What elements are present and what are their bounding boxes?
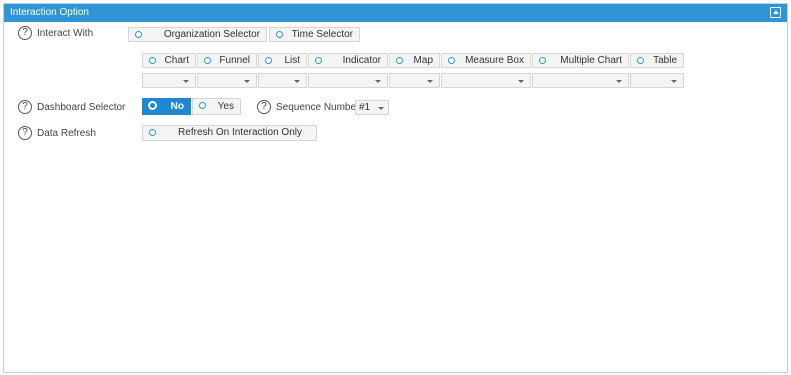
option-no[interactable]: No (142, 98, 191, 115)
funnel-dropdown[interactable] (197, 73, 257, 88)
radio-icon (539, 57, 546, 64)
chevron-down-icon (671, 80, 677, 83)
data-refresh-label: Data Refresh (37, 128, 96, 139)
chart-dropdown[interactable] (142, 73, 196, 88)
interaction-option-panel: Interaction Option ? Interact With Organ… (3, 3, 788, 373)
radio-icon (276, 31, 283, 38)
option-multiple-chart[interactable]: Multiple Chart (532, 53, 629, 68)
option-refresh-on-interaction[interactable]: Refresh On Interaction Only (142, 125, 317, 141)
collapse-icon[interactable] (770, 7, 781, 18)
interact-with-label: Interact With (37, 28, 94, 39)
option-label: Refresh On Interaction Only (178, 127, 302, 138)
indicator-dropdown[interactable] (308, 73, 388, 88)
radio-icon (204, 57, 211, 64)
option-label: Organization Selector (163, 29, 260, 40)
option-label: Map (413, 55, 433, 66)
chevron-down-icon (378, 107, 384, 110)
radio-selected-icon (148, 101, 157, 110)
option-label: Measure Box (465, 55, 524, 66)
multiple-chart-dropdown[interactable] (532, 73, 629, 88)
radio-icon (396, 57, 403, 64)
radio-icon (199, 102, 206, 109)
dashboard-selector-help-icon[interactable]: ? (18, 100, 32, 114)
chevron-down-icon (183, 80, 189, 83)
chevron-down-icon (244, 80, 250, 83)
radio-icon (448, 57, 455, 64)
sequence-help-icon[interactable]: ? (257, 100, 271, 114)
option-label: Multiple Chart (560, 55, 622, 66)
radio-icon (315, 57, 322, 64)
table-dropdown[interactable] (630, 73, 684, 88)
radio-icon (637, 57, 644, 64)
option-yes[interactable]: Yes (192, 98, 241, 115)
map-dropdown[interactable] (389, 73, 440, 88)
option-table[interactable]: Table (630, 53, 684, 68)
option-label: Chart (164, 55, 189, 66)
panel-title: Interaction Option (10, 7, 89, 18)
sequence-number-select[interactable]: #1 (355, 100, 389, 115)
sequence-number-value: #1 (359, 102, 371, 113)
interact-with-help-icon[interactable]: ? (18, 26, 32, 40)
option-time-selector[interactable]: Time Selector (269, 27, 360, 42)
option-label: Table (653, 55, 677, 66)
list-dropdown[interactable] (258, 73, 307, 88)
radio-icon (135, 31, 142, 38)
measure-box-dropdown[interactable] (441, 73, 531, 88)
option-list[interactable]: List (258, 53, 307, 68)
option-label: Indicator (342, 55, 381, 66)
chevron-down-icon (375, 80, 381, 83)
option-organization-selector[interactable]: Organization Selector (128, 27, 267, 42)
option-measure-box[interactable]: Measure Box (441, 53, 531, 68)
chevron-down-icon (616, 80, 622, 83)
radio-icon (149, 57, 156, 64)
sequence-number-label: Sequence Number (276, 102, 360, 113)
option-funnel[interactable]: Funnel (197, 53, 257, 68)
chevron-down-icon (427, 80, 433, 83)
panel-header: Interaction Option (4, 4, 787, 22)
data-refresh-help-icon[interactable]: ? (18, 126, 32, 140)
radio-icon (265, 57, 272, 64)
option-map[interactable]: Map (389, 53, 440, 68)
option-chart[interactable]: Chart (142, 53, 196, 68)
option-indicator[interactable]: Indicator (308, 53, 388, 68)
option-label: Yes (217, 101, 234, 112)
option-label: Funnel (219, 55, 250, 66)
radio-icon (149, 129, 156, 136)
option-label: List (284, 55, 300, 66)
chevron-down-icon (518, 80, 524, 83)
option-label: Time Selector (291, 29, 353, 40)
option-label: No (170, 101, 184, 112)
dashboard-selector-label: Dashboard Selector (37, 102, 126, 113)
chevron-down-icon (294, 80, 300, 83)
